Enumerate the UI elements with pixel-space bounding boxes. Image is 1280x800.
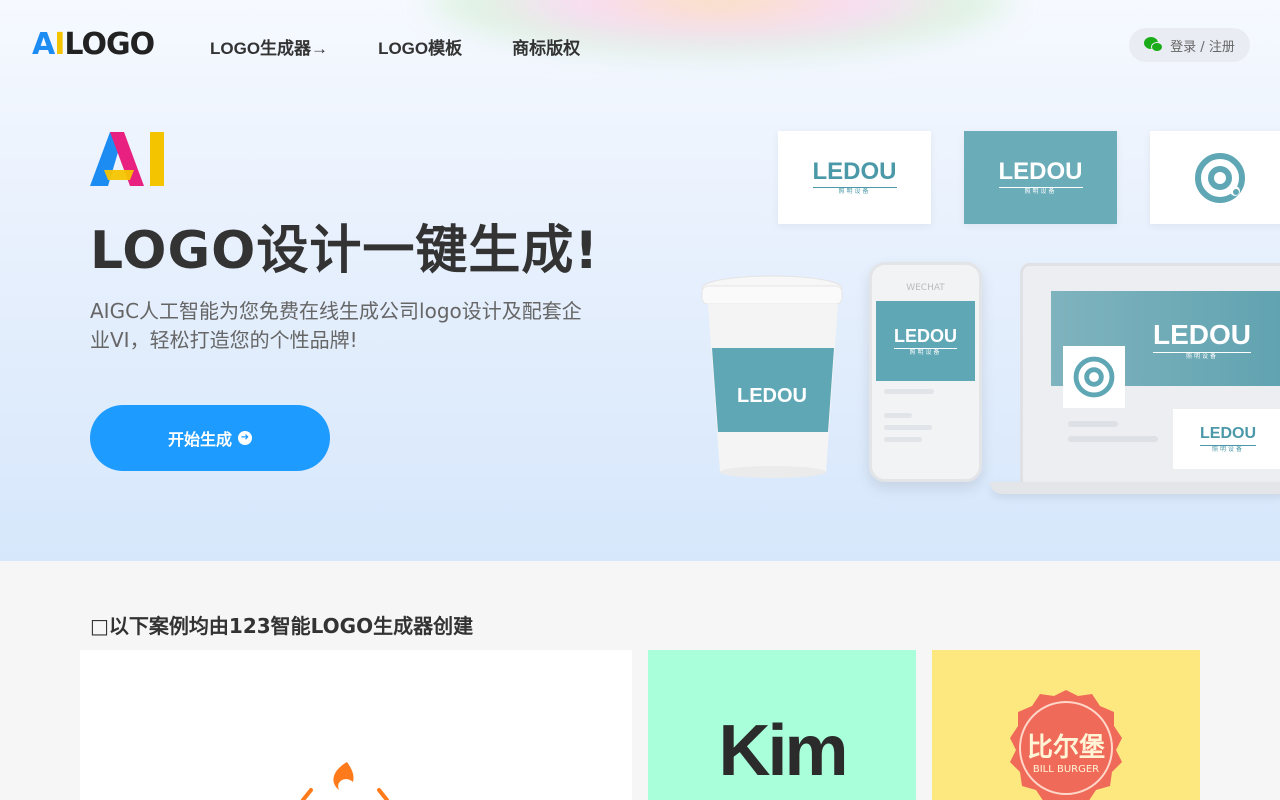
mockup-logo-text: LEDOU 照明设备 — [998, 158, 1083, 195]
start-generate-button[interactable]: 开始生成 ➜ — [90, 405, 330, 471]
mockup-card-teal: LEDOU 照明设备 — [964, 131, 1117, 224]
svg-text:LEDOU: LEDOU — [737, 385, 807, 407]
wechat-icon — [1144, 37, 1164, 53]
burger-badge-icon: 比尔堡 BILL BURGER — [1010, 690, 1122, 800]
ai-mark-icon — [90, 132, 164, 186]
laptop-inner-card: LEDOU 照明设备 — [1173, 409, 1280, 469]
phone-header: WECHAT — [906, 283, 945, 293]
login-button[interactable]: 登录 / 注册 — [1129, 28, 1250, 62]
arrow-right-circle-icon: ➜ — [238, 431, 252, 445]
ledou-symbol-icon — [1073, 356, 1115, 398]
ledou-symbol-icon — [1195, 152, 1245, 203]
hero-section: A I LOGO LOGO生成器→ LOGO模板 商标版权 登录 / 注册 LO… — [0, 0, 1280, 561]
showcase-card-flame[interactable] — [80, 650, 632, 800]
laptop-badge — [1063, 346, 1125, 408]
nav-logo-generator[interactable]: LOGO生成器→ — [210, 34, 328, 59]
mockup-card-white: LEDOU 照明设备 — [778, 131, 931, 224]
mockup-logo-text: LEDOU 照明设备 — [1153, 319, 1251, 360]
burger-en-text: BILL BURGER — [1033, 764, 1099, 775]
mockup-logo-text: LEDOU 照明设备 — [812, 158, 897, 195]
brand-letter-a: A — [32, 26, 55, 62]
burger-cn-text: 比尔堡 — [1027, 732, 1105, 763]
brand-letter-i: I — [54, 26, 65, 62]
phone-mockup: WECHAT LEDOU 照明设备 — [869, 262, 982, 482]
mockup-card-icon — [1150, 131, 1280, 224]
phone-banner: LEDOU 照明设备 — [876, 301, 975, 381]
laptop-base — [990, 482, 1280, 494]
hero-headline: LOGO设计一键生成! — [90, 221, 600, 281]
coffee-cup-mockup: LEDOU — [701, 275, 843, 478]
kim-logo: Kim — [718, 711, 848, 791]
showcase-title: □以下案例均由123智能LOGO生成器创建 — [90, 614, 474, 638]
nav-trademark[interactable]: 商标版权 — [512, 34, 580, 59]
brand-logo[interactable]: A I LOGO — [32, 26, 155, 62]
laptop-mockup: LEDOU 照明设备 LEDOU 照明设备 — [1020, 263, 1280, 493]
hero-subtitle: AIGC人工智能为您免费在线生成公司logo设计及配套企业VI，轻松打造您的个性… — [90, 299, 582, 352]
cta-label: 开始生成 — [167, 430, 232, 449]
main-nav: LOGO生成器→ LOGO模板 商标版权 — [210, 34, 580, 59]
mockup-logo-text: LEDOU 照明设备 — [1200, 424, 1256, 453]
showcase-card-kim[interactable]: Kim — [648, 650, 916, 800]
brand-wordmark: LOGO — [64, 26, 155, 62]
showcase-card-burger[interactable]: 比尔堡 BILL BURGER — [932, 650, 1200, 800]
flame-logo-icon — [301, 762, 389, 800]
mockup-logo-text: LEDOU 照明设备 — [894, 325, 957, 356]
login-label: 登录 / 注册 — [1170, 39, 1235, 55]
nav-logo-templates[interactable]: LOGO模板 — [378, 34, 462, 59]
